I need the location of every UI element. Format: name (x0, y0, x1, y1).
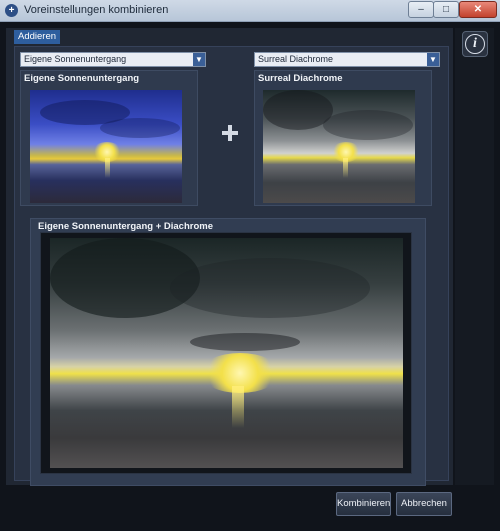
tab-addieren[interactable]: Addieren (14, 30, 61, 44)
info-button[interactable]: i (462, 31, 488, 57)
cancel-button[interactable]: Abbrechen (396, 492, 452, 516)
preset2-title: Surreal Diachrome (258, 73, 343, 84)
preset2-select[interactable]: Surreal Diachrome ▼ (254, 52, 440, 67)
side-rail (455, 28, 494, 485)
combine-button[interactable]: Kombinieren (336, 492, 391, 516)
title-bar: + Voreinstellungen kombinieren – □ ✕ (0, 0, 500, 22)
preset2-select-value: Surreal Diachrome (258, 54, 334, 64)
app-icon: + (5, 4, 18, 17)
result-title: Eigene Sonnenuntergang + Diachrome (38, 221, 213, 232)
plus-icon (222, 125, 238, 141)
chevron-down-icon[interactable]: ▼ (193, 53, 205, 66)
preset1-preview-image (30, 90, 182, 203)
chevron-down-icon[interactable]: ▼ (427, 53, 439, 66)
minimize-button[interactable]: – (408, 1, 434, 18)
window-title: Voreinstellungen kombinieren (24, 4, 169, 16)
maximize-button[interactable]: □ (433, 1, 459, 18)
result-preview-image (50, 238, 403, 468)
close-button[interactable]: ✕ (459, 1, 497, 18)
preset1-select-value: Eigene Sonnenuntergang (24, 54, 127, 64)
preset1-select[interactable]: Eigene Sonnenuntergang ▼ (20, 52, 206, 67)
preset2-preview-image (263, 90, 415, 203)
info-icon: i (465, 34, 485, 54)
preset1-title: Eigene Sonnenuntergang (24, 73, 140, 84)
